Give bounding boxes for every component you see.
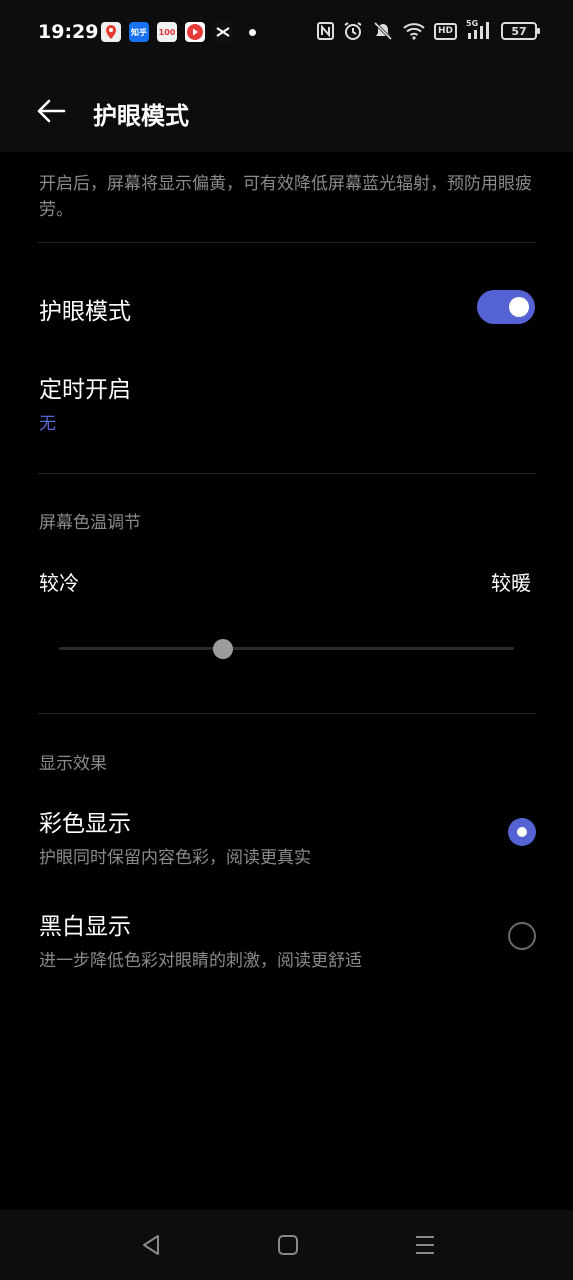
- nav-home-icon[interactable]: [275, 1232, 301, 1258]
- cold-label: 较冷: [39, 571, 79, 595]
- divider: [38, 242, 535, 243]
- video-app-icon: [185, 22, 205, 42]
- back-arrow-icon[interactable]: [34, 96, 68, 126]
- app-header: 护眼模式: [0, 66, 573, 152]
- color-display-radio[interactable]: [508, 818, 536, 846]
- toggle-knob: [509, 297, 529, 317]
- mute-icon: [373, 21, 393, 41]
- option-subtitle: 护眼同时保留内容色彩，阅读更真实: [39, 848, 311, 868]
- warm-label: 较暖: [491, 571, 531, 595]
- option-subtitle: 进一步降低色彩对眼睛的刺激，阅读更舒适: [39, 951, 362, 971]
- slider-thumb[interactable]: [212, 639, 233, 659]
- more-notifications-dot-icon: [249, 29, 256, 36]
- page-title: 护眼模式: [93, 102, 189, 130]
- alarm-icon: [344, 22, 362, 40]
- divider: [38, 713, 535, 714]
- map-app-icon: [101, 22, 121, 42]
- display-effect-section-title: 显示效果: [39, 754, 107, 774]
- schedule-label: 定时开启: [39, 377, 131, 403]
- option-title: 黑白显示: [39, 914, 131, 940]
- eye-mode-toggle[interactable]: [477, 290, 535, 324]
- mono-display-radio[interactable]: [508, 922, 536, 950]
- status-bar: 19:29 知乎 100 HD 5G 57: [0, 0, 573, 66]
- option-title: 彩色显示: [39, 811, 131, 837]
- zhihu-app-icon: 知乎: [129, 22, 149, 42]
- status-time: 19:29: [38, 21, 99, 43]
- nfc-icon: [316, 22, 334, 40]
- calendar-100-app-icon: 100: [157, 22, 177, 42]
- slider-track[interactable]: [59, 647, 514, 650]
- battery-icon: 57: [501, 22, 540, 40]
- signal-icon: 5G: [466, 19, 492, 41]
- notification-app-icons: 知乎 100: [101, 22, 233, 42]
- capcut-app-icon: [213, 22, 233, 42]
- divider: [38, 473, 535, 474]
- feature-description: 开启后，屏幕将显示偏黄，可有效降低屏幕蓝光辐射，预防用眼疲劳。: [39, 174, 532, 220]
- system-icons: HD 5G 57: [316, 19, 540, 41]
- nav-menu-icon[interactable]: [412, 1232, 438, 1258]
- nav-back-icon[interactable]: [138, 1232, 164, 1258]
- wifi-icon: [403, 23, 425, 40]
- eye-mode-label: 护眼模式: [39, 299, 131, 325]
- color-temp-section-title: 屏幕色温调节: [39, 513, 141, 533]
- hd-badge: HD: [433, 22, 457, 40]
- schedule-value: 无: [39, 414, 56, 434]
- system-nav-bar: [0, 1210, 573, 1280]
